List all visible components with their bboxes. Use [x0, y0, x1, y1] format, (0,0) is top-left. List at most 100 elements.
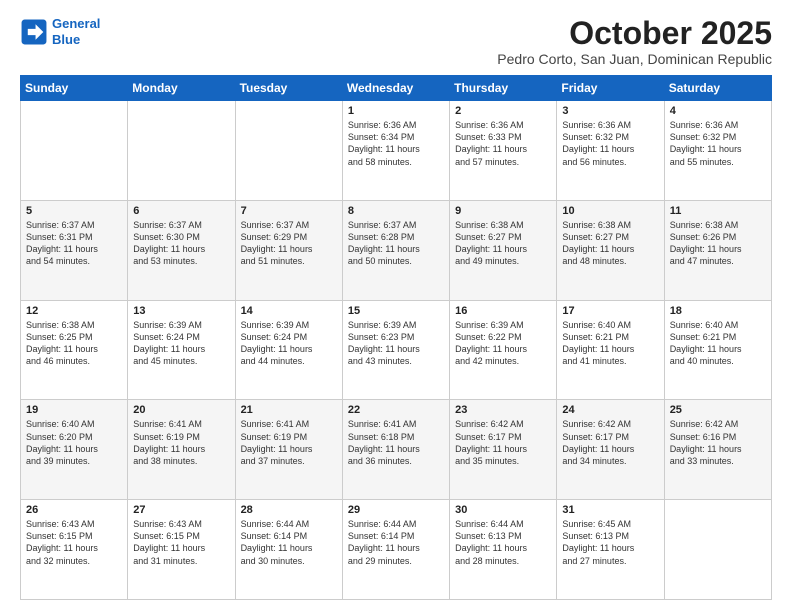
day-number: 4 [670, 105, 766, 117]
calendar-cell: 11Sunrise: 6:38 AMSunset: 6:26 PMDayligh… [664, 200, 771, 300]
calendar-cell: 20 Sunrise: 6:41 AMSunset: 6:19 PMDayligh… [128, 400, 235, 500]
calendar-cell: 28 Sunrise: 6:44 AMSunset: 6:14 PMDayligh… [235, 500, 342, 600]
calendar-cell [21, 101, 128, 201]
calendar-cell: 30 Sunrise: 6:44 AMSunset: 6:13 PMDayligh… [450, 500, 557, 600]
day-number: 1 [348, 105, 444, 117]
calendar-table: SundayMondayTuesdayWednesdayThursdayFrid… [20, 75, 772, 600]
cell-info: Sunrise: 6:36 AMSunset: 6:32 PMDaylight:… [670, 119, 766, 168]
day-number: 22 [348, 404, 444, 416]
calendar-week-row: 5 Sunrise: 6:37 AMSunset: 6:31 PMDaylight… [21, 200, 772, 300]
calendar-cell: 24 Sunrise: 6:42 AMSunset: 6:17 PMDayligh… [557, 400, 664, 500]
calendar-cell: 27Sunrise: 6:43 AMSunset: 6:15 PMDayligh… [128, 500, 235, 600]
weekday-header: Thursday [450, 76, 557, 101]
calendar-week-row: 1 Sunrise: 6:36 AMSunset: 6:34 PMDaylight… [21, 101, 772, 201]
cell-info: Sunrise: 6:42 AMSunset: 6:17 PMDaylight:… [455, 418, 551, 467]
calendar-cell: 15Sunrise: 6:39 AMSunset: 6:23 PMDayligh… [342, 300, 449, 400]
weekday-header: Wednesday [342, 76, 449, 101]
calendar-cell: 16 Sunrise: 6:39 AMSunset: 6:22 PMDayligh… [450, 300, 557, 400]
cell-info: Sunrise: 6:42 AMSunset: 6:17 PMDaylight:… [562, 418, 658, 467]
day-number: 23 [455, 404, 551, 416]
cell-info: Sunrise: 6:43 AMSunset: 6:15 PMDaylight:… [133, 518, 229, 567]
cell-info: Sunrise: 6:38 AMSunset: 6:27 PMDaylight:… [455, 219, 551, 268]
day-number: 17 [562, 305, 658, 317]
cell-info: Sunrise: 6:37 AMSunset: 6:28 PMDaylight:… [348, 219, 444, 268]
cell-info: Sunrise: 6:41 AMSunset: 6:19 PMDaylight:… [133, 418, 229, 467]
calendar-cell: 21 Sunrise: 6:41 AMSunset: 6:19 PMDayligh… [235, 400, 342, 500]
weekday-header: Saturday [664, 76, 771, 101]
calendar-cell: 3 Sunrise: 6:36 AMSunset: 6:32 PMDaylight… [557, 101, 664, 201]
day-number: 18 [670, 305, 766, 317]
logo-line2: Blue [52, 32, 80, 47]
calendar-cell: 5 Sunrise: 6:37 AMSunset: 6:31 PMDaylight… [21, 200, 128, 300]
day-number: 20 [133, 404, 229, 416]
month-title: October 2025 [497, 16, 772, 51]
cell-info: Sunrise: 6:39 AMSunset: 6:24 PMDaylight:… [133, 319, 229, 368]
cell-info: Sunrise: 6:44 AMSunset: 6:13 PMDaylight:… [455, 518, 551, 567]
header: General Blue October 2025 Pedro Corto, S… [20, 16, 772, 67]
cell-info: Sunrise: 6:36 AMSunset: 6:33 PMDaylight:… [455, 119, 551, 168]
cell-info: Sunrise: 6:36 AMSunset: 6:34 PMDaylight:… [348, 119, 444, 168]
day-number: 15 [348, 305, 444, 317]
day-number: 14 [241, 305, 337, 317]
cell-info: Sunrise: 6:40 AMSunset: 6:20 PMDaylight:… [26, 418, 122, 467]
cell-info: Sunrise: 6:38 AMSunset: 6:26 PMDaylight:… [670, 219, 766, 268]
cell-info: Sunrise: 6:36 AMSunset: 6:32 PMDaylight:… [562, 119, 658, 168]
calendar-body: 1 Sunrise: 6:36 AMSunset: 6:34 PMDaylight… [21, 101, 772, 600]
cell-info: Sunrise: 6:37 AMSunset: 6:31 PMDaylight:… [26, 219, 122, 268]
calendar-cell: 18 Sunrise: 6:40 AMSunset: 6:21 PMDayligh… [664, 300, 771, 400]
page: General Blue October 2025 Pedro Corto, S… [0, 0, 792, 612]
cell-info: Sunrise: 6:42 AMSunset: 6:16 PMDaylight:… [670, 418, 766, 467]
cell-info: Sunrise: 6:43 AMSunset: 6:15 PMDaylight:… [26, 518, 122, 567]
cell-info: Sunrise: 6:40 AMSunset: 6:21 PMDaylight:… [670, 319, 766, 368]
day-number: 5 [26, 205, 122, 217]
cell-info: Sunrise: 6:37 AMSunset: 6:30 PMDaylight:… [133, 219, 229, 268]
calendar-cell: 4 Sunrise: 6:36 AMSunset: 6:32 PMDaylight… [664, 101, 771, 201]
day-number: 21 [241, 404, 337, 416]
logo: General Blue [20, 16, 100, 47]
day-number: 8 [348, 205, 444, 217]
calendar-cell: 2Sunrise: 6:36 AMSunset: 6:33 PMDaylight… [450, 101, 557, 201]
calendar-cell: 23 Sunrise: 6:42 AMSunset: 6:17 PMDayligh… [450, 400, 557, 500]
calendar-week-row: 12 Sunrise: 6:38 AMSunset: 6:25 PMDayligh… [21, 300, 772, 400]
weekday-row: SundayMondayTuesdayWednesdayThursdayFrid… [21, 76, 772, 101]
calendar-cell: 22 Sunrise: 6:41 AMSunset: 6:18 PMDayligh… [342, 400, 449, 500]
day-number: 26 [26, 504, 122, 516]
calendar-cell: 19 Sunrise: 6:40 AMSunset: 6:20 PMDayligh… [21, 400, 128, 500]
calendar-cell: 9Sunrise: 6:38 AMSunset: 6:27 PMDaylight… [450, 200, 557, 300]
cell-info: Sunrise: 6:38 AMSunset: 6:27 PMDaylight:… [562, 219, 658, 268]
weekday-header: Monday [128, 76, 235, 101]
cell-info: Sunrise: 6:41 AMSunset: 6:19 PMDaylight:… [241, 418, 337, 467]
day-number: 7 [241, 205, 337, 217]
day-number: 30 [455, 504, 551, 516]
cell-info: Sunrise: 6:37 AMSunset: 6:29 PMDaylight:… [241, 219, 337, 268]
weekday-header: Sunday [21, 76, 128, 101]
day-number: 12 [26, 305, 122, 317]
location: Pedro Corto, San Juan, Dominican Republi… [497, 51, 772, 67]
day-number: 28 [241, 504, 337, 516]
calendar-cell: 10 Sunrise: 6:38 AMSunset: 6:27 PMDayligh… [557, 200, 664, 300]
day-number: 3 [562, 105, 658, 117]
day-number: 16 [455, 305, 551, 317]
logo-text: General Blue [52, 16, 100, 47]
cell-info: Sunrise: 6:39 AMSunset: 6:22 PMDaylight:… [455, 319, 551, 368]
day-number: 10 [562, 205, 658, 217]
calendar-cell [128, 101, 235, 201]
calendar-cell: 17 Sunrise: 6:40 AMSunset: 6:21 PMDayligh… [557, 300, 664, 400]
calendar-week-row: 19 Sunrise: 6:40 AMSunset: 6:20 PMDayligh… [21, 400, 772, 500]
logo-icon [20, 18, 48, 46]
cell-info: Sunrise: 6:44 AMSunset: 6:14 PMDaylight:… [348, 518, 444, 567]
cell-info: Sunrise: 6:44 AMSunset: 6:14 PMDaylight:… [241, 518, 337, 567]
cell-info: Sunrise: 6:40 AMSunset: 6:21 PMDaylight:… [562, 319, 658, 368]
day-number: 29 [348, 504, 444, 516]
calendar-week-row: 26 Sunrise: 6:43 AMSunset: 6:15 PMDayligh… [21, 500, 772, 600]
cell-info: Sunrise: 6:38 AMSunset: 6:25 PMDaylight:… [26, 319, 122, 368]
day-number: 24 [562, 404, 658, 416]
calendar-cell: 31Sunrise: 6:45 AMSunset: 6:13 PMDayligh… [557, 500, 664, 600]
day-number: 25 [670, 404, 766, 416]
calendar-cell: 1 Sunrise: 6:36 AMSunset: 6:34 PMDaylight… [342, 101, 449, 201]
calendar-header: SundayMondayTuesdayWednesdayThursdayFrid… [21, 76, 772, 101]
day-number: 13 [133, 305, 229, 317]
weekday-header: Tuesday [235, 76, 342, 101]
day-number: 19 [26, 404, 122, 416]
cell-info: Sunrise: 6:41 AMSunset: 6:18 PMDaylight:… [348, 418, 444, 467]
